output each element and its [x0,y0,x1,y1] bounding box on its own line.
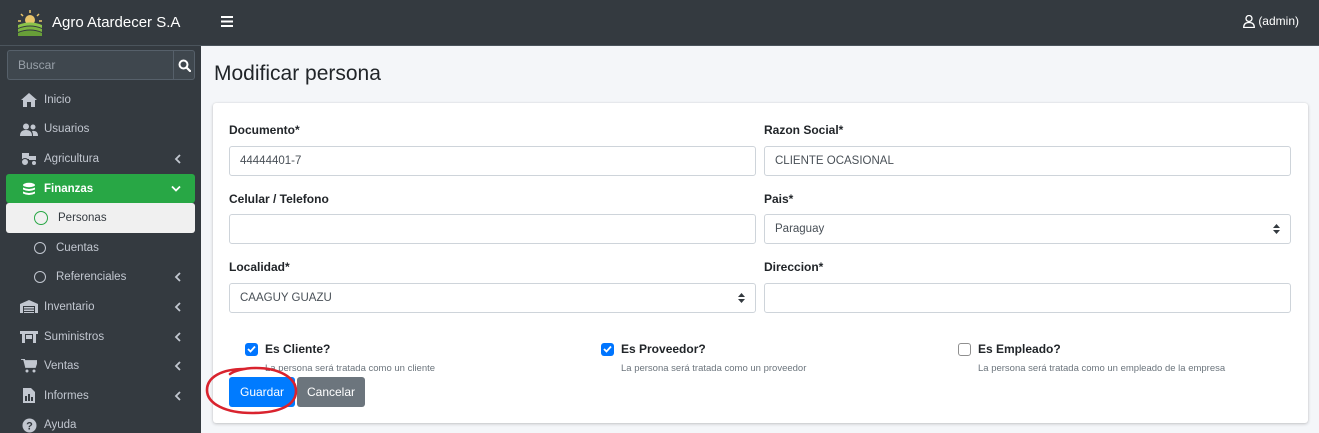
sidebar-item-label: Usuarios [44,123,90,136]
search-input[interactable] [7,50,173,80]
sidebar-item-suministros[interactable]: Suministros [6,322,195,352]
pais-label: Pais* [764,192,794,206]
circle-icon [34,241,46,254]
sidebar-item-ventas[interactable]: Ventas [6,351,195,381]
home-icon [21,92,37,107]
sidebar: Agro Atardecer S.A Inicio Usuarios Agric… [0,0,201,433]
search-button[interactable] [173,50,195,80]
localidad-value: CAAGUY GUAZU [240,292,332,304]
localidad-label: Localidad* [229,260,290,274]
es-empleado-label: Es Empleado? [978,342,1061,356]
sidebar-item-label: Inicio [44,93,71,106]
sidebar-nav: Inicio Usuarios Agricultura Finanzas Per… [0,85,201,433]
user-menu[interactable]: (admin) [1243,14,1299,28]
circle-icon [34,211,48,226]
sidebar-item-finanzas[interactable]: Finanzas [6,173,195,204]
sidebar-item-personas[interactable]: Personas [6,203,195,233]
tractor-icon [21,152,37,166]
user-icon [1243,14,1256,28]
svg-text:?: ? [26,420,33,432]
sidebar-item-informes[interactable]: Informes [6,381,195,411]
razon-social-label: Razon Social* [764,123,844,137]
coins-icon [23,182,35,195]
chevron-left-icon [174,154,181,164]
celular-input[interactable] [229,214,756,244]
direccion-input[interactable] [764,283,1291,313]
chevron-left-icon [174,272,181,282]
documento-value: 44444401-7 [240,155,302,167]
circle-icon [34,271,46,284]
page-title: Modificar persona [214,62,381,85]
hamburger-menu-icon[interactable] [221,16,233,27]
sidebar-item-label: Suministros [44,330,105,343]
sidebar-item-label: Inventario [44,300,95,313]
user-name: (admin) [1258,14,1299,28]
es-empleado-hint: La persona será tratada como un empleado… [978,363,1226,374]
es-proveedor-checkbox[interactable]: Es Proveedor? [601,342,706,356]
select-arrows-icon [738,293,745,303]
sidebar-item-inventario[interactable]: Inventario [6,292,195,322]
es-cliente-checkbox[interactable]: Es Cliente? [245,342,330,356]
brand[interactable]: Agro Atardecer S.A [0,0,201,46]
pais-value: Paraguay [775,223,825,235]
es-cliente-label: Es Cliente? [265,342,331,356]
brand-logo-icon [18,9,42,36]
warehouse-icon [20,300,38,314]
pais-select[interactable]: Paraguay [764,214,1291,244]
sidebar-item-label: Cuentas [56,241,99,254]
sidebar-item-label: Referenciales [56,271,127,284]
sidebar-item-agricultura[interactable]: Agricultura [6,144,195,174]
chevron-left-icon [174,391,181,401]
sidebar-item-ayuda[interactable]: ? Ayuda [6,411,195,433]
razon-social-value: CLIENTE OCASIONAL [775,155,894,167]
cart-icon [21,359,37,373]
chevron-left-icon [174,302,181,312]
sidebar-item-label: Agricultura [44,152,99,165]
sidebar-item-inicio[interactable]: Inicio [6,85,195,115]
sidebar-item-label: Personas [58,212,107,225]
documento-input[interactable]: 44444401-7 [229,146,756,176]
checkbox-unchecked-icon[interactable] [958,342,971,356]
checkbox-checked-icon[interactable] [245,342,258,356]
sidebar-item-label: Ventas [44,360,80,373]
localidad-select[interactable]: CAAGUY GUAZU [229,283,756,313]
brand-name: Agro Atardecer S.A [52,14,181,31]
help-icon: ? [22,418,36,433]
es-proveedor-hint: La persona será tratada como un proveedo… [621,363,807,374]
es-proveedor-label: Es Proveedor? [621,342,706,356]
sidebar-item-label: Ayuda [44,419,77,432]
chevron-down-icon [171,185,181,192]
sidebar-item-usuarios[interactable]: Usuarios [6,115,195,145]
sidebar-item-cuentas[interactable]: Cuentas [6,233,195,263]
direccion-label: Direccion* [764,260,824,274]
es-empleado-checkbox[interactable]: Es Empleado? [958,342,1061,356]
topbar: (admin) [201,0,1319,46]
documento-label: Documento* [229,123,300,137]
sidebar-item-label: Informes [44,389,89,402]
celular-label: Celular / Telefono [229,192,329,206]
save-button[interactable]: Guardar [229,377,295,407]
es-cliente-hint: La persona será tratada como un cliente [265,363,436,374]
checkbox-checked-icon[interactable] [601,342,614,356]
dolly-icon [20,331,38,344]
users-icon [20,123,38,136]
sidebar-item-label: Finanzas [44,182,94,195]
search-icon [178,59,191,72]
chevron-left-icon [174,331,181,342]
select-arrows-icon [1273,224,1280,234]
cancel-button[interactable]: Cancelar [297,377,365,407]
report-icon [23,388,35,404]
sidebar-search [7,50,195,80]
razon-social-input[interactable]: CLIENTE OCASIONAL [764,146,1291,176]
sidebar-item-referenciales[interactable]: Referenciales [6,263,195,293]
chevron-left-icon [174,361,181,371]
